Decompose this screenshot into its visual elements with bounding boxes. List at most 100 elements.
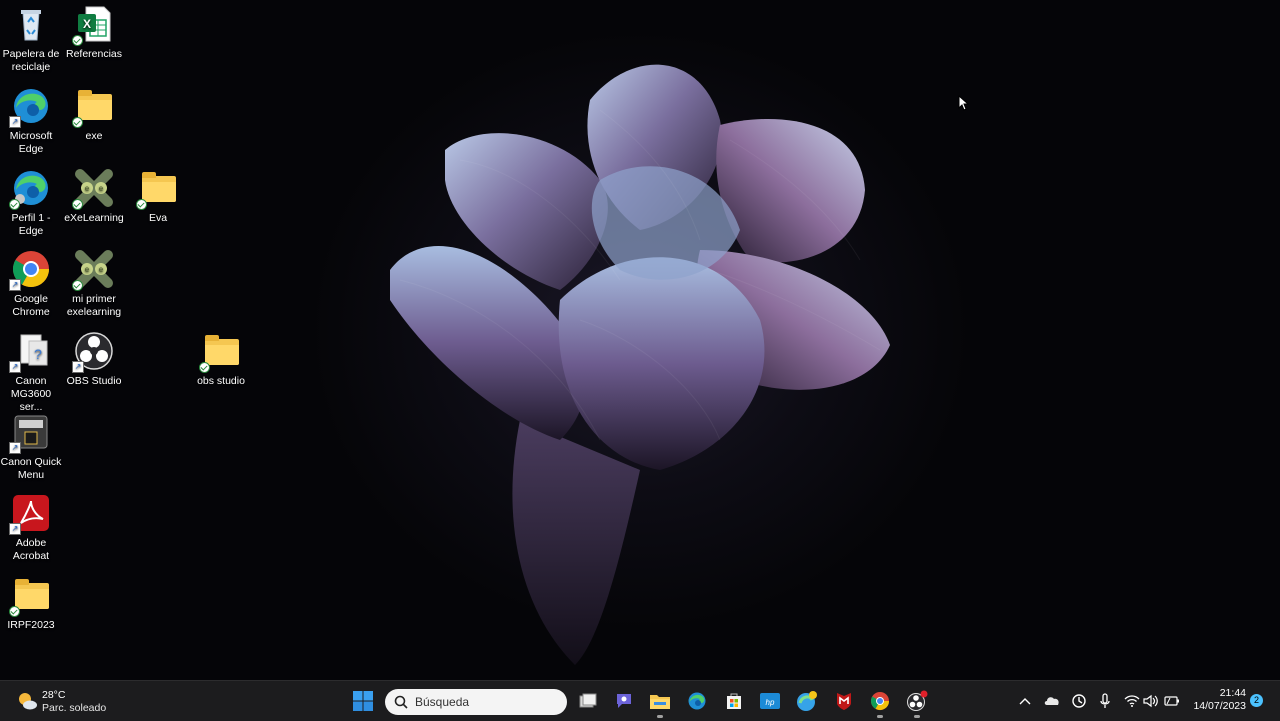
desktop-icon-label: Microsoft Edge	[9, 130, 53, 155]
weather-condition: Parc. soleado	[42, 702, 107, 714]
wifi-icon	[1124, 695, 1140, 707]
sync-status-icon	[72, 35, 83, 46]
desktop-icon-microsoft-edge[interactable]: ↗ Microsoft Edge	[0, 86, 62, 156]
recycle-bin-icon	[11, 4, 51, 44]
onedrive-icon	[1044, 697, 1059, 705]
exelearning-icon: e e	[72, 249, 114, 291]
volume-tray[interactable]	[1142, 692, 1160, 710]
task-view-icon	[579, 693, 597, 708]
file-explorer-button[interactable]	[646, 687, 674, 718]
shortcut-arrow-icon: ↗	[9, 279, 21, 291]
teams-chat-button[interactable]	[610, 687, 638, 715]
printer-icon: ? ↗	[9, 331, 51, 373]
edge-beta-icon	[797, 691, 817, 711]
svg-text:e: e	[85, 265, 90, 274]
shortcut-arrow-icon: ↗	[72, 361, 84, 373]
desktop-icon-referencias[interactable]: X Referencias	[63, 4, 125, 61]
sync-icon	[1072, 694, 1086, 708]
desktop-icon-canon-quick-menu[interactable]: ↗ Canon Quick Menu	[0, 412, 62, 482]
desktop-icon-mi-primer-exelearning[interactable]: e e mi primer exelearning	[63, 249, 125, 319]
desktop-icon-label: IRPF2023	[7, 619, 55, 631]
microsoft-store-icon	[727, 693, 741, 709]
weather-widget[interactable]: 28°C Parc. soleado	[14, 687, 124, 715]
excel-file-icon: X	[72, 4, 114, 46]
hp-smart-button[interactable]: hp	[756, 687, 784, 715]
shortcut-arrow-icon: ↗	[9, 116, 21, 128]
microphone-icon	[1100, 693, 1110, 708]
desktop-icon-label: Adobe Acrobat	[12, 537, 50, 562]
obs-icon: ↗	[72, 331, 114, 373]
desktop-icon-irpf2023[interactable]: IRPF2023	[0, 575, 62, 632]
microphone-tray[interactable]	[1096, 692, 1114, 710]
sync-status-icon	[199, 362, 210, 373]
desktop: Papelera de reciclaje ↗ Microsoft Edge P…	[0, 0, 1280, 680]
desktop-icon-label: Canon MG3600 ser...	[10, 375, 52, 413]
sync-status-icon	[72, 199, 83, 210]
desktop-icon-canon-mg3600[interactable]: ? ↗ Canon MG3600 ser...	[0, 331, 62, 414]
sync-status-icon	[9, 606, 20, 617]
edge-taskbar-button[interactable]	[683, 687, 711, 715]
desktop-icon-obs-studio-folder[interactable]: obs studio	[190, 331, 252, 388]
desktop-icon-label: mi primer exelearning	[66, 293, 122, 318]
desktop-icon-perfil-edge[interactable]: Perfil 1 - Edge	[0, 168, 62, 238]
clock-date: 14/07/2023	[1193, 700, 1246, 712]
notification-badge[interactable]: 2	[1250, 694, 1263, 707]
obs-taskbar-button[interactable]	[903, 687, 931, 718]
search-icon	[394, 695, 408, 709]
sync-status-icon	[136, 199, 147, 210]
svg-text:e: e	[99, 184, 104, 193]
desktop-icon-label: Referencias	[65, 48, 123, 60]
desktop-icon-google-chrome[interactable]: ↗ Google Chrome	[0, 249, 62, 319]
mouse-cursor-icon	[958, 95, 970, 111]
chrome-icon: ↗	[9, 249, 51, 291]
desktop-icon-eva-folder[interactable]: Eva	[127, 168, 189, 225]
svg-text:e: e	[99, 265, 104, 274]
start-button[interactable]	[349, 687, 377, 715]
weather-temperature: 28°C	[42, 689, 66, 701]
desktop-icon-label: OBS Studio	[66, 375, 122, 387]
folder-icon	[72, 86, 114, 128]
show-hidden-icons-button[interactable]	[1016, 692, 1034, 710]
canon-quick-menu-icon: ↗	[9, 412, 51, 454]
desktop-icon-label: Google Chrome	[12, 293, 50, 318]
folder-icon	[136, 168, 178, 210]
shortcut-arrow-icon: ↗	[9, 442, 21, 454]
edge-beta-button[interactable]	[793, 687, 821, 715]
desktop-icon-label: Papelera de reciclaje	[2, 48, 60, 73]
desktop-icon-label: exe	[85, 130, 103, 142]
sync-tray[interactable]	[1070, 692, 1088, 710]
search-box[interactable]: Búsqueda	[385, 689, 567, 715]
desktop-icon-exe-folder[interactable]: exe	[63, 86, 125, 143]
svg-text:e: e	[85, 184, 90, 193]
exelearning-icon: e e	[72, 168, 114, 210]
partly-sunny-icon	[19, 693, 37, 710]
mcafee-button[interactable]	[830, 687, 858, 715]
edge-icon	[688, 692, 706, 710]
folder-icon	[9, 575, 51, 617]
svg-text:hp: hp	[766, 698, 775, 707]
search-placeholder: Búsqueda	[415, 695, 470, 709]
microsoft-store-button[interactable]	[720, 687, 748, 715]
obs-icon	[907, 690, 928, 711]
taskbar: 28°C Parc. soleado Búsqueda hp 21:44 14/…	[0, 680, 1280, 721]
battery-icon	[1164, 696, 1179, 706]
start-icon	[353, 691, 373, 711]
clock-time: 21:44	[1219, 687, 1246, 699]
teams-chat-icon	[617, 694, 631, 708]
hp-smart-icon: hp	[760, 693, 780, 709]
clock[interactable]: 21:44 14/07/2023	[1188, 687, 1246, 713]
wifi-tray[interactable]	[1123, 692, 1141, 710]
chrome-taskbar-button[interactable]	[866, 687, 894, 718]
desktop-icon-exelearning[interactable]: e e eXeLearning	[63, 168, 125, 225]
task-view-button[interactable]	[574, 687, 602, 715]
desktop-icon-adobe-acrobat[interactable]: ↗ Adobe Acrobat	[0, 493, 62, 563]
shortcut-arrow-icon: ↗	[9, 361, 21, 373]
desktop-icon-obs-studio[interactable]: ↗ OBS Studio	[63, 331, 125, 388]
file-explorer-icon	[650, 695, 670, 709]
shortcut-arrow-icon: ↗	[9, 523, 21, 535]
onedrive-tray[interactable]	[1043, 692, 1061, 710]
sync-status-icon	[72, 117, 83, 128]
battery-tray[interactable]	[1163, 692, 1181, 710]
desktop-icon-label: obs studio	[197, 375, 245, 387]
desktop-icon-recycle-bin[interactable]: Papelera de reciclaje	[0, 4, 62, 74]
